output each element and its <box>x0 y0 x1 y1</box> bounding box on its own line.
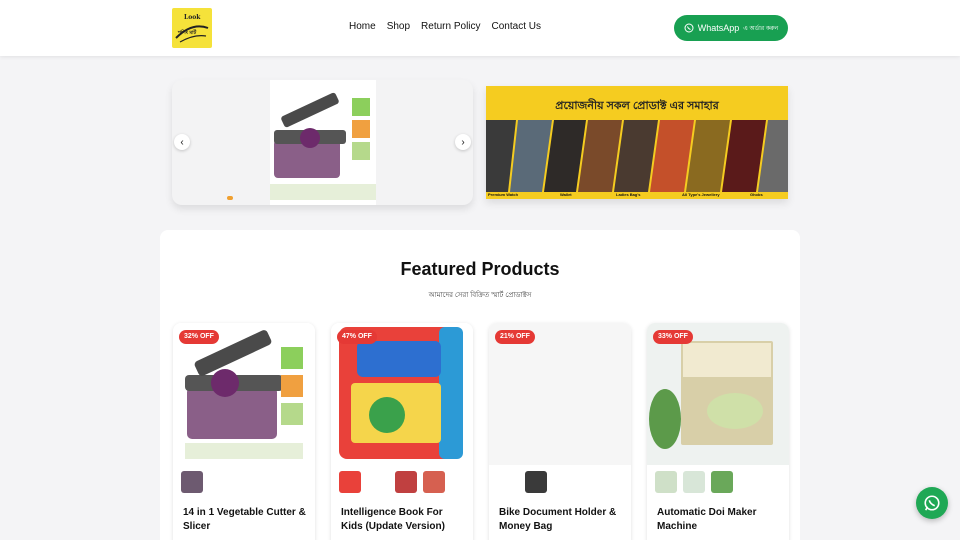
featured-title: Featured Products <box>400 259 560 279</box>
banner-label-jewellery: All Type's Jewellery <box>682 192 720 197</box>
product-thumbnail[interactable] <box>497 471 519 493</box>
product-thumbnails <box>181 471 203 493</box>
site-logo[interactable]: Look শপিং মার্ট <box>172 8 212 48</box>
discount-badge: 32% OFF <box>179 330 219 344</box>
whatsapp-button-sub: এ অর্ডার করুন <box>743 25 779 32</box>
slider-next-button[interactable]: › <box>455 134 471 150</box>
product-name[interactable]: Intelligence Book For Kids (Update Versi… <box>341 506 465 534</box>
featured-subtitle: আমাদের সেরা বিক্রিত স্মার্ট প্রোডাক্টস <box>428 292 532 299</box>
nav-return-policy[interactable]: Return Policy <box>421 21 480 32</box>
product-card[interactable]: 21% OFF Bike Document Holder & Money Bag <box>489 323 631 540</box>
product-thumbnail[interactable] <box>525 471 547 493</box>
logo-top-text: Look <box>184 14 201 21</box>
banner-label-watch: Premium Watch <box>488 192 519 197</box>
product-card[interactable]: 32% OFF 14 in 1 Vegetable Cutter & Slice… <box>173 323 315 540</box>
slider-dot-active[interactable] <box>227 196 233 200</box>
product-thumbnails <box>339 471 445 493</box>
slider-prev-button[interactable]: ‹ <box>174 134 190 150</box>
promo-banner[interactable]: প্রয়োজনীয় সকল প্রোডাক্ট এর সমাহার Prem… <box>486 86 788 199</box>
banner-product-collage: Premium Watch Wallet Ladies Bag's All Ty… <box>486 120 788 197</box>
product-image[interactable] <box>489 323 631 465</box>
banner-label-wallet: Wallet <box>560 192 572 197</box>
product-image[interactable] <box>173 323 315 465</box>
slide-image-vegetable-cutter <box>270 80 376 205</box>
product-thumbnail[interactable] <box>339 471 361 493</box>
logo-bottom-text: শপিং মার্ট <box>178 30 197 36</box>
product-card[interactable]: 47% OFF Intelligence Book For Kids (Upda… <box>331 323 473 540</box>
floating-whatsapp-button[interactable] <box>916 487 948 519</box>
discount-badge: 47% OFF <box>337 330 377 344</box>
main-nav: Home Shop Return Policy Contact Us <box>349 21 541 32</box>
whatsapp-order-button[interactable]: WhatsApp এ অর্ডার করুন <box>674 15 788 41</box>
product-thumbnail[interactable] <box>683 471 705 493</box>
nav-shop[interactable]: Shop <box>387 21 410 32</box>
product-thumbnail[interactable] <box>367 471 389 493</box>
nav-home[interactable]: Home <box>349 21 376 32</box>
product-thumbnails <box>655 471 733 493</box>
banner-label-bags: Ladies Bag's <box>616 192 641 197</box>
product-card[interactable]: 33% OFF Automatic Doi Maker Machine <box>647 323 789 540</box>
product-thumbnail[interactable] <box>711 471 733 493</box>
site-header: Look শপিং মার্ট Home Shop Return Policy … <box>0 0 960 56</box>
whatsapp-button-label: WhatsApp <box>697 23 740 33</box>
product-thumbnail[interactable] <box>655 471 677 493</box>
product-image[interactable] <box>647 323 789 465</box>
discount-badge: 21% OFF <box>495 330 535 344</box>
product-name[interactable]: Bike Document Holder & Money Bag <box>499 506 623 534</box>
nav-contact-us[interactable]: Contact Us <box>492 21 541 32</box>
product-name[interactable]: Automatic Doi Maker Machine <box>657 506 781 534</box>
hero-slider[interactable]: ‹ › <box>172 80 473 205</box>
banner-label-ghobs: Ghobs <box>750 192 763 197</box>
product-name[interactable]: 14 in 1 Vegetable Cutter & Slicer <box>183 506 307 534</box>
product-image[interactable] <box>331 323 473 465</box>
product-thumbnail[interactable] <box>395 471 417 493</box>
product-thumbnail[interactable] <box>181 471 203 493</box>
featured-products-section: Featured Products আমাদের সেরা বিক্রিত স্… <box>160 230 800 540</box>
whatsapp-icon <box>924 495 940 511</box>
whatsapp-icon <box>684 23 694 33</box>
product-thumbnails <box>497 471 547 493</box>
discount-badge: 33% OFF <box>653 330 693 344</box>
product-thumbnail[interactable] <box>423 471 445 493</box>
